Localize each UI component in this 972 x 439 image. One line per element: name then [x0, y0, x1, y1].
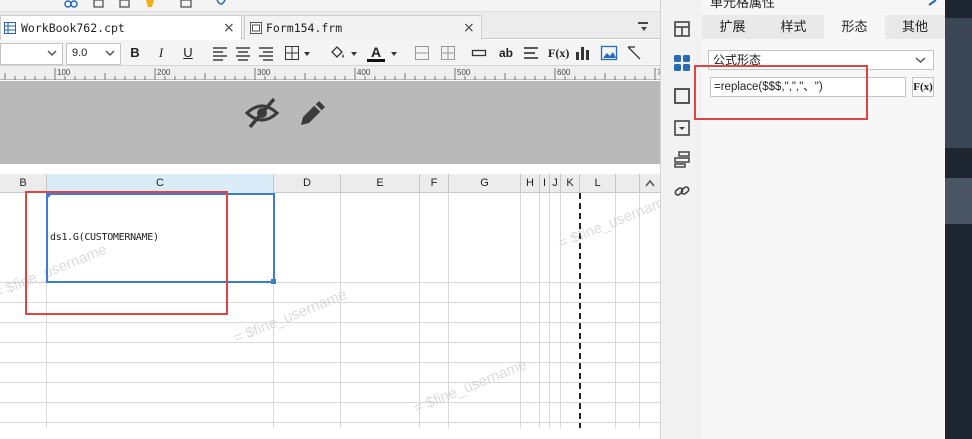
chevron-down-icon [47, 50, 57, 57]
column-header-h[interactable]: H [521, 174, 540, 193]
tab-workbook[interactable]: WorkBook762.cpt × [0, 15, 242, 40]
bold-button[interactable]: B [127, 43, 143, 63]
widget-layout-icon[interactable] [673, 20, 691, 38]
column-header-e[interactable]: E [341, 174, 420, 193]
document-tab-bar: WorkBook762.cpt × Form154.frm × [0, 12, 660, 40]
cell-element-icon[interactable] [673, 87, 691, 105]
expand-icon[interactable] [928, 0, 938, 6]
ruler-label: 100 [57, 68, 71, 77]
watermark-text: = $fine_username [231, 286, 350, 347]
ruler-ticks: 100200300400500600700 [4, 68, 660, 80]
tab-expand[interactable]: 扩展 [702, 15, 764, 39]
edit-pencil-icon[interactable] [296, 96, 330, 130]
chevron-down-icon[interactable] [389, 43, 399, 63]
underline-button[interactable]: U [180, 43, 196, 63]
tab-form-label: Form154.frm [266, 21, 343, 35]
tab-other[interactable]: 其他 [885, 15, 946, 39]
column-header-extra[interactable] [616, 174, 640, 193]
paste-icon[interactable] [118, 0, 132, 8]
column-header-j[interactable]: J [550, 174, 561, 193]
slash-icon[interactable] [626, 43, 642, 63]
ruler-label: 400 [357, 68, 371, 77]
highlight-box-formula [694, 65, 868, 120]
ruler-label: 200 [157, 68, 171, 77]
spacer [0, 164, 660, 174]
text-cell-button[interactable]: ab [497, 43, 515, 63]
horizontal-ruler: 100200300400500600700 [0, 66, 660, 80]
watermark-text: = $fine_username [411, 356, 530, 417]
column-header-f[interactable]: F [420, 174, 449, 193]
column-header-d[interactable]: D [274, 174, 341, 193]
ruler-label: 300 [257, 68, 271, 77]
font-family-select[interactable] [0, 43, 63, 65]
dropdown-widget-icon[interactable] [673, 119, 691, 137]
image-icon[interactable] [600, 43, 618, 63]
close-tab-icon[interactable]: × [223, 16, 235, 40]
form-icon [250, 22, 262, 34]
tab-menu-icon[interactable] [636, 19, 650, 33]
fill-handle[interactable] [271, 279, 276, 284]
chevron-down-icon [915, 57, 926, 64]
column-header-k[interactable]: K [561, 174, 580, 193]
form-preview-area [0, 81, 660, 164]
background-window [945, 0, 972, 439]
chevron-down-icon[interactable] [302, 43, 312, 63]
align-right-icon[interactable] [258, 43, 274, 63]
tab-form[interactable]: Form154.frm × [244, 15, 482, 40]
column-header-g[interactable]: G [449, 174, 521, 193]
italic-button[interactable]: I [154, 43, 168, 63]
rich-text-icon[interactable] [523, 43, 539, 63]
watermark-text: = $fine_username [556, 193, 660, 252]
tab-workbook-label: WorkBook762.cpt [21, 21, 125, 35]
merge-cell-icon[interactable] [414, 43, 430, 63]
insert-cell-icon[interactable] [471, 43, 487, 63]
cut-icon[interactable] [64, 0, 78, 8]
scroll-up-icon[interactable] [644, 178, 656, 189]
cell-property-icon[interactable] [673, 54, 691, 72]
align-left-icon[interactable] [212, 43, 228, 63]
panel-title: 单元格属性 [710, 0, 776, 10]
format-painter-icon[interactable] [143, 0, 157, 8]
tab-form-type[interactable]: 形态 [824, 15, 886, 39]
font-size-value: 9.0 [72, 47, 88, 59]
chevron-down-icon [105, 50, 115, 57]
fill-color-icon[interactable] [328, 43, 346, 63]
copy-icon[interactable] [92, 0, 106, 8]
condition-attribute-icon[interactable] [673, 150, 691, 168]
preview-icon[interactable] [180, 0, 194, 8]
column-header-l[interactable]: L [580, 174, 616, 193]
format-toolbar: 9.0 B I U A ab F(x) [0, 40, 660, 66]
location-icon[interactable] [214, 0, 228, 8]
font-size-select[interactable]: 9.0 [66, 43, 121, 65]
close-tab-icon[interactable]: × [463, 16, 475, 40]
hyperlink-icon[interactable] [673, 182, 691, 200]
ruler-label: 600 [557, 68, 571, 77]
chevron-down-icon[interactable] [349, 43, 359, 63]
align-center-icon[interactable] [235, 43, 251, 63]
tab-style[interactable]: 样式 [763, 15, 825, 39]
highlight-box-cell [25, 191, 228, 315]
hide-eye-icon[interactable] [244, 95, 280, 131]
ruler-label: 500 [457, 68, 471, 77]
unmerge-cell-icon[interactable] [440, 43, 456, 63]
font-color-button[interactable]: A [367, 43, 385, 62]
formula-button[interactable]: F(x) [548, 43, 569, 63]
column-header-i[interactable]: I [540, 174, 550, 193]
workbook-icon [4, 22, 16, 34]
top-toolbar-strip [0, 0, 660, 12]
chart-icon[interactable] [575, 43, 591, 63]
border-icon[interactable] [284, 43, 300, 63]
formula-editor-button[interactable]: F(x) [912, 77, 934, 97]
